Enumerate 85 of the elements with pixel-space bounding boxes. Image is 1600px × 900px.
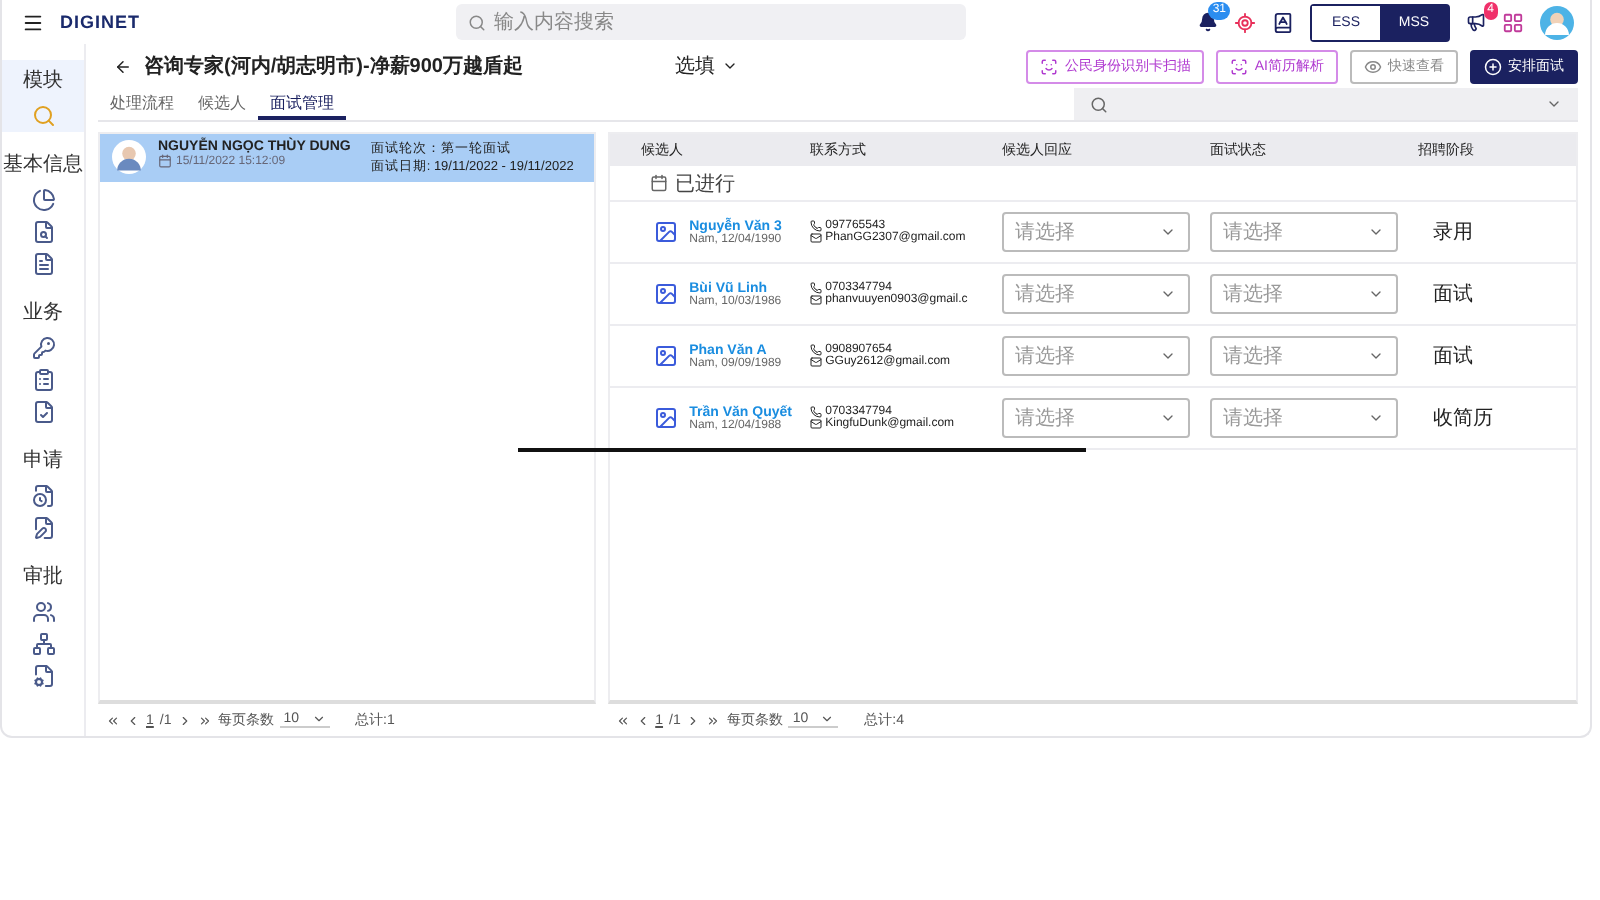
calendar-icon [158,154,172,168]
file-search-icon[interactable] [31,220,55,244]
tab[interactable]: 候选人 [186,88,258,120]
scan-icon [1040,57,1059,75]
clipboard-icon[interactable] [31,368,55,392]
calendar-icon [649,174,668,192]
file-gear-icon[interactable] [31,664,55,688]
phone-icon [809,282,822,294]
chevron-down-icon [1159,410,1176,426]
status-select[interactable]: 请选择 [1209,212,1398,252]
recruitment-stage: 录用 [1431,220,1476,246]
image-icon [653,344,678,368]
previous-page-icon[interactable] [126,713,140,727]
search-field[interactable]: 输入内容搜索 [456,4,967,40]
recruitment-stage: 收简历 [1431,406,1496,432]
document-icon[interactable] [31,252,55,276]
key-icon[interactable] [31,336,55,360]
last-page-icon[interactable] [197,713,212,727]
next-page-icon[interactable] [177,713,192,727]
response-select[interactable]: 请选择 [1001,398,1190,438]
chevron-down-icon [1367,224,1384,240]
status-select[interactable]: 请选择 [1209,336,1398,376]
plus-icon [1484,57,1502,75]
first-page-icon[interactable] [615,713,630,727]
menu-icon[interactable] [22,11,44,33]
image-icon [653,406,678,430]
mail-icon [809,418,822,430]
apps-icon[interactable] [1502,11,1524,33]
chevron-down-icon [1546,96,1562,112]
chevron-down-icon [1159,348,1176,364]
scan-icon [1230,57,1249,75]
response-select[interactable]: 请选择 [1001,336,1190,376]
search-icon [468,13,487,31]
target-icon[interactable] [1234,11,1256,33]
filter-field[interactable] [1074,88,1578,120]
chevron-down-icon [820,712,835,726]
previous-page-icon[interactable] [635,713,650,727]
chevron-down-icon [1159,224,1176,240]
response-select[interactable]: 请选择 [1001,212,1190,252]
bell-icon[interactable] [1198,12,1218,32]
last-page-icon[interactable] [706,713,721,727]
megaphone-icon[interactable] [1466,12,1486,32]
status-select[interactable]: 请选择 [1209,398,1398,438]
tab[interactable]: 处理流程 [98,88,186,120]
page-title: 咨询专家(河内/胡志明市)-净薪900万越盾起 [144,52,523,80]
sidebar-section[interactable]: 基本信息 [2,144,84,184]
chevron-down-icon [1367,286,1384,302]
search-icon [1090,95,1108,113]
sidebar-section[interactable]: 申请 [2,440,84,480]
mail-icon [809,232,822,244]
phone-icon [809,220,822,232]
image-icon [653,282,678,306]
network-icon[interactable] [31,632,55,656]
file-check-icon[interactable] [31,400,55,424]
users-icon[interactable] [31,600,55,624]
file-edit-icon[interactable] [31,516,55,540]
phone-icon [809,406,822,418]
sidebar-section[interactable]: 业务 [2,292,84,332]
sidebar-section[interactable]: 模块 [2,60,84,100]
recruitment-stage: 面试 [1431,343,1476,370]
chevron-down-icon [311,712,326,726]
phone-icon [809,344,822,356]
avatar [112,140,146,174]
file-clock-icon[interactable] [31,484,55,508]
status-select[interactable]: 请选择 [1209,274,1398,314]
back-icon[interactable] [114,57,132,75]
logo: DIGINET [60,12,141,32]
eye-icon [1364,57,1382,75]
group-label: 已进行 [675,171,736,197]
sidebar-section[interactable]: 审批 [2,556,84,596]
next-page-icon[interactable] [686,713,701,727]
image-icon [653,220,678,244]
chevron-down-icon [722,58,739,74]
mail-icon [809,294,822,306]
first-page-icon[interactable] [106,713,120,727]
recruitment-stage: 面试 [1431,281,1476,308]
book-icon[interactable] [1272,11,1294,33]
response-select[interactable]: 请选择 [1001,274,1190,314]
mail-icon [809,356,822,368]
tab[interactable]: 面试管理 [258,88,346,120]
chevron-down-icon [1159,286,1176,302]
pie-chart-icon[interactable] [31,188,55,212]
chevron-down-icon [1367,410,1384,426]
select-field[interactable]: 选填 [674,52,739,80]
chevron-down-icon [1367,348,1384,364]
